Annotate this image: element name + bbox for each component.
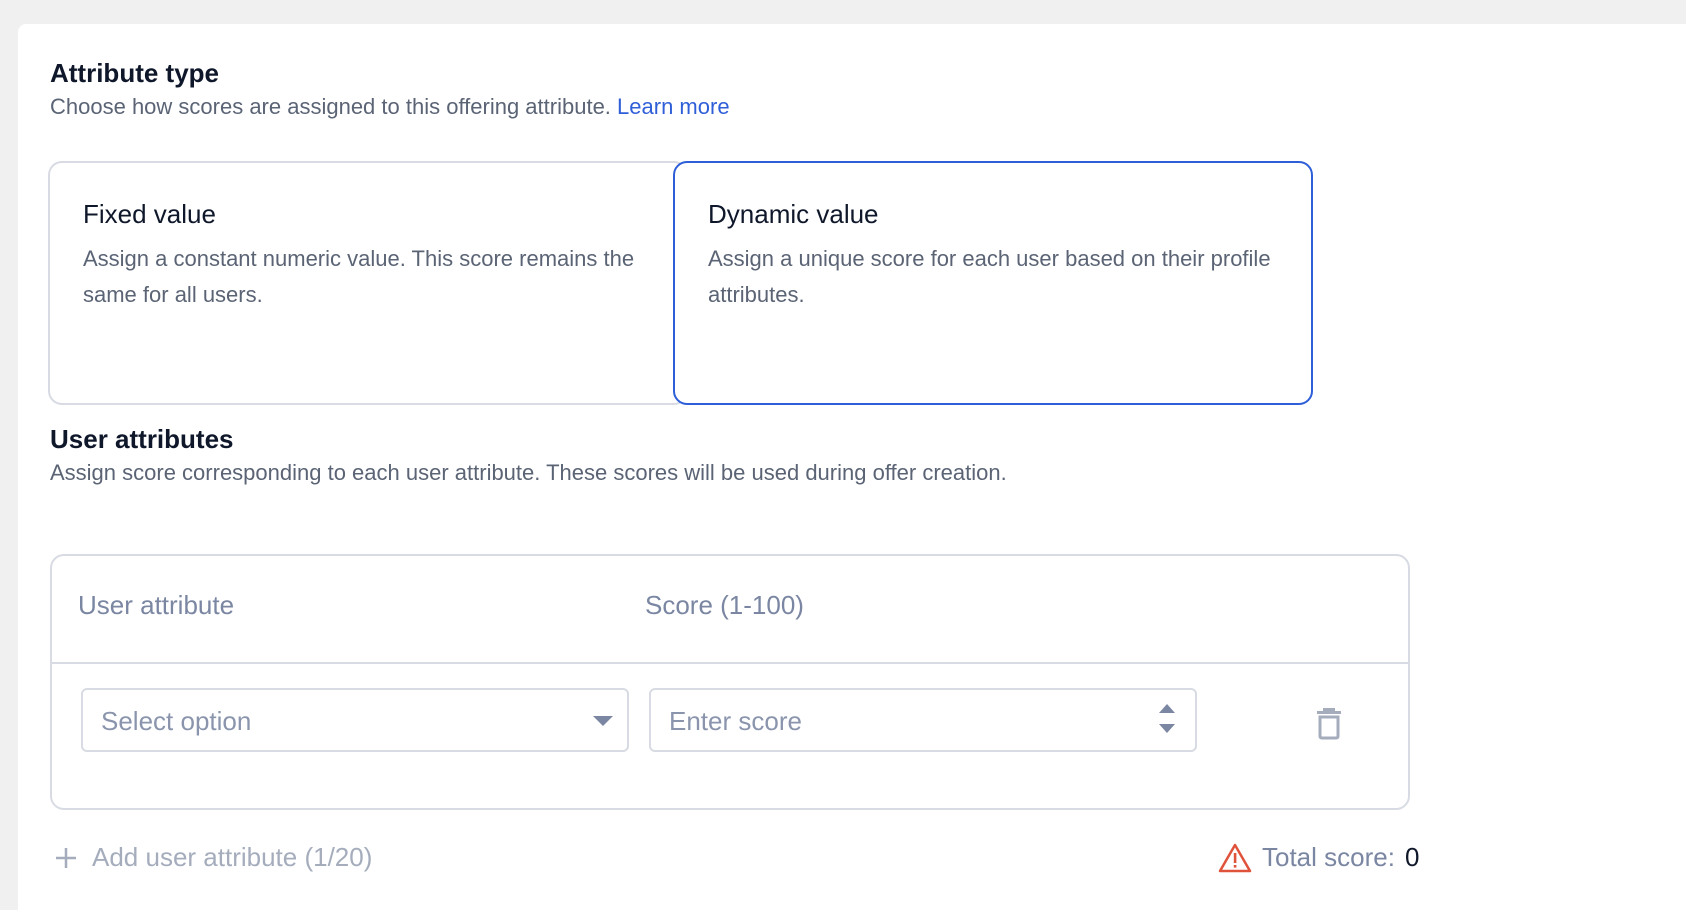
warning-triangle-icon [1218, 843, 1252, 872]
score-input[interactable]: Enter score [649, 688, 1197, 752]
score-input-placeholder: Enter score [669, 706, 802, 736]
dynamic-value-title: Dynamic value [708, 199, 879, 229]
user-attributes-table: User attribute Score (1-100) Select opti… [50, 554, 1410, 810]
fixed-value-description: Assign a constant numeric value. This sc… [83, 246, 635, 307]
trash-icon[interactable] [1314, 706, 1344, 740]
fixed-value-option-card[interactable]: Fixed value Assign a constant numeric va… [48, 161, 688, 405]
table-divider [52, 662, 1408, 664]
column-header-score: Score (1-100) [645, 590, 804, 620]
user-attribute-select-placeholder: Select option [101, 706, 252, 736]
spinner-up-icon[interactable] [1159, 704, 1175, 713]
add-user-attribute-button[interactable]: Add user attribute (1/20) [54, 842, 372, 873]
fixed-value-title: Fixed value [83, 199, 216, 229]
total-score: Total score: 0 [1218, 842, 1419, 873]
add-user-attribute-label: Add user attribute (1/20) [92, 842, 373, 872]
attribute-type-description-text: Choose how scores are assigned to this o… [50, 94, 611, 119]
user-attribute-select[interactable]: Select option [81, 688, 629, 752]
caret-down-icon [593, 716, 613, 726]
dynamic-value-description: Assign a unique score for each user base… [708, 246, 1271, 307]
spinner-down-icon[interactable] [1159, 724, 1175, 733]
learn-more-link[interactable]: Learn more [617, 94, 730, 119]
user-attributes-description: Assign score corresponding to each user … [50, 460, 1007, 485]
column-header-user-attribute: User attribute [78, 590, 235, 620]
main-panel: Attribute type Choose how scores are ass… [18, 24, 1686, 910]
attribute-type-title: Attribute type [50, 58, 219, 88]
dynamic-value-option-card[interactable]: Dynamic value Assign a unique score for … [673, 161, 1313, 405]
attribute-type-description: Choose how scores are assigned to this o… [50, 94, 730, 120]
user-attributes-title: User attributes [50, 424, 234, 454]
plus-icon [56, 847, 76, 868]
total-score-label: Total score: [1262, 842, 1395, 872]
total-score-value: 0 [1404, 842, 1420, 872]
trash-icon-graphic [1317, 708, 1341, 740]
